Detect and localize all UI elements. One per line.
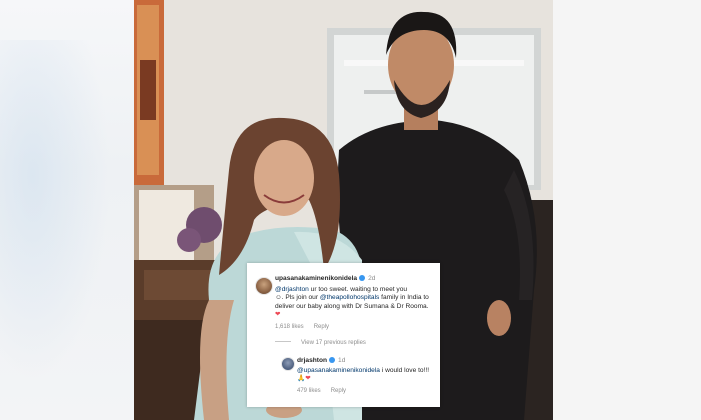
right-blank-panel	[553, 0, 701, 420]
comment-meta: 1,618 likes Reply	[275, 323, 339, 331]
reply-header: drjashton 1d	[297, 357, 435, 365]
reply-reply-button[interactable]: Reply	[331, 388, 346, 394]
smile-emoji-icon: ☺	[275, 294, 282, 302]
left-blur-panel	[0, 0, 134, 420]
comment-text-2: . Pls join our	[281, 294, 320, 302]
commenter-avatar[interactable]	[255, 277, 273, 295]
reply-body: @upasanakaminenikonidela i would love to…	[297, 367, 435, 384]
replies-divider	[275, 341, 291, 342]
comment-header: upasanakaminenikonidela 2d	[275, 275, 435, 283]
reply-heart-emoji-icon: ❤	[305, 375, 311, 383]
comment-mention-2[interactable]: @theapollohospitals	[320, 294, 379, 301]
reply-username[interactable]: drjashton	[297, 357, 327, 364]
comment-time: 2d	[368, 275, 376, 282]
comment-body: @drjashton ur too sweet. waiting to meet…	[275, 286, 435, 320]
left-glow	[0, 40, 110, 380]
comment-username[interactable]: upasanakaminenikonidela	[275, 275, 357, 282]
reply-mention[interactable]: @upasanakaminenikonidela	[297, 367, 380, 374]
reply-text: i would love to!!!	[379, 367, 430, 374]
view-replies[interactable]: View 17 previous replies	[275, 339, 376, 347]
reply-meta: 479 likes Reply	[297, 387, 356, 395]
comment-mention-1[interactable]: @drjashton	[275, 286, 309, 293]
comment-card: upasanakaminenikonidela 2d @drjashton ur …	[247, 263, 440, 407]
comment-text-1: ur too sweet. waiting to meet you	[308, 286, 408, 293]
view-replies-label[interactable]: View 17 previous replies	[301, 340, 366, 346]
pray-emoji-icon: 🙏	[297, 375, 306, 383]
heart-emoji-icon: ❤	[275, 311, 281, 319]
verified-badge-icon	[359, 275, 366, 281]
reply-likes[interactable]: 479 likes	[297, 388, 321, 394]
reply-time: 1d	[338, 357, 346, 364]
comment-likes[interactable]: 1,618 likes	[275, 324, 304, 330]
comment-reply-button[interactable]: Reply	[314, 324, 329, 330]
reply-avatar[interactable]	[281, 357, 295, 371]
reply-verified-badge-icon	[329, 357, 336, 363]
